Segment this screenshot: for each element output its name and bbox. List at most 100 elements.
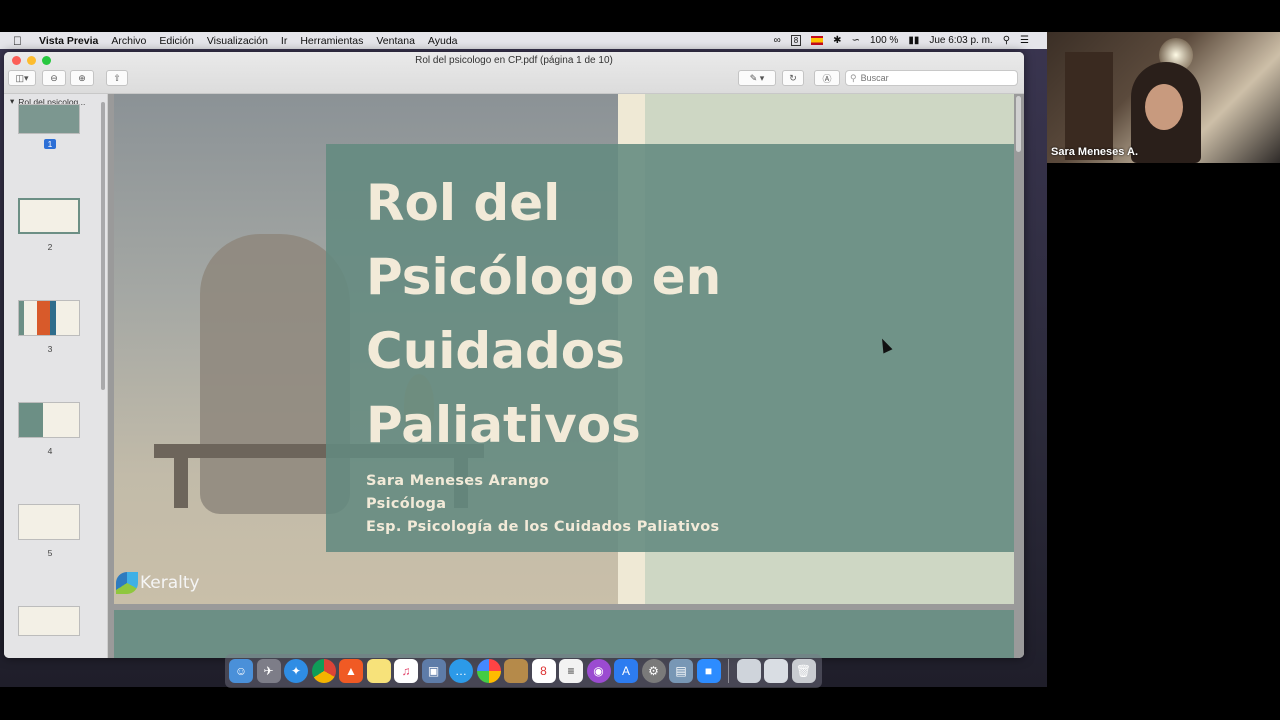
- zoom-app-icon[interactable]: ■: [696, 659, 721, 683]
- page-thumbnail-6[interactable]: [18, 606, 80, 636]
- zoom-in-button[interactable]: ⊕: [70, 70, 94, 86]
- page-number-5: 5: [47, 548, 53, 558]
- slide-role: Psicóloga: [366, 496, 447, 512]
- slide-title-line-4: Paliativos: [366, 396, 641, 454]
- screen:  Vista Previa Archivo Edición Visualiza…: [0, 0, 1280, 720]
- markup-toolbar-button[interactable]: Ⓐ: [814, 70, 840, 86]
- document-scrollbar[interactable]: [1016, 96, 1021, 152]
- menu-app-name[interactable]: Vista Previa: [39, 35, 98, 47]
- messages-icon[interactable]: …: [449, 659, 473, 683]
- music-icon[interactable]: ♫: [394, 659, 418, 683]
- page-number-1: 1: [44, 139, 56, 149]
- menu-ventana[interactable]: Ventana: [376, 35, 415, 47]
- slide-title: Rol del Psicólogo en Cuidados Paliativos: [366, 166, 826, 462]
- markup-icon: Ⓐ: [822, 73, 832, 84]
- slide-author: Sara Meneses Arango: [366, 473, 550, 489]
- menu-ir[interactable]: Ir: [281, 35, 287, 47]
- slide-page-2-preview: [114, 610, 1014, 658]
- dock: ☺ ✈ ✦ ▲ ♫ ▣ … 8 ≡ ◉ A ⚙ ▤ ■ 🗑: [225, 654, 822, 688]
- rotate-button[interactable]: ↻: [782, 70, 804, 86]
- page-number-3: 3: [47, 344, 53, 354]
- bench-leg-left: [174, 458, 188, 508]
- menu-herramientas[interactable]: Herramientas: [300, 35, 363, 47]
- window-title: Rol del psicologo en CP.pdf (página 1 de…: [415, 55, 613, 66]
- participant-name: Sara Meneses A.: [1051, 146, 1139, 158]
- contacts-icon[interactable]: [504, 659, 528, 683]
- thumbnail-sidebar: ▾ Rol del psicolog... 1 2 3 4 5: [4, 94, 108, 658]
- menu-bar-status: ∞ 8 ✱ ∽ 100 % ▮▮ Jue 6:03 p. m. ⚲ ☰: [774, 35, 1029, 46]
- title-bar: Rol del psicologo en CP.pdf (página 1 de…: [4, 52, 1024, 94]
- search-field[interactable]: ⚲: [845, 70, 1018, 86]
- rotate-icon: ↻: [789, 72, 797, 83]
- pen-icon: ✎ ▾: [749, 72, 765, 83]
- slide-subtitle: Sara Meneses Arango Psicóloga Esp. Psico…: [366, 470, 719, 539]
- keralty-logo-text: Keralty: [140, 573, 200, 593]
- launchpad-icon[interactable]: ✈: [256, 659, 281, 683]
- keralty-logo: Keralty: [116, 572, 200, 594]
- participant-face: [1145, 84, 1183, 130]
- page-number-4: 4: [47, 446, 53, 456]
- downloads-stack-icon[interactable]: [736, 659, 761, 683]
- bookshelf-background: [1065, 52, 1113, 160]
- calendar-badge[interactable]: 8: [790, 35, 802, 46]
- zoom-out-icon: ⊖: [50, 72, 58, 83]
- reminders-icon[interactable]: ≡: [559, 659, 583, 683]
- page-thumbnail-5[interactable]: [18, 504, 80, 540]
- spotlight-search-icon[interactable]: ⚲: [1003, 35, 1010, 46]
- zoom-out-button[interactable]: ⊖: [42, 70, 66, 86]
- slide-title-line-3: Cuidados: [366, 322, 625, 380]
- image-capture-icon[interactable]: ▤: [669, 659, 693, 683]
- sidebar-scrollbar[interactable]: [101, 102, 105, 390]
- brave-icon[interactable]: ▲: [339, 659, 363, 683]
- search-icon: ⚲: [850, 72, 857, 83]
- finder-icon[interactable]: ☺: [229, 659, 253, 683]
- trash-icon[interactable]: 🗑: [791, 659, 816, 683]
- podcasts-icon[interactable]: ◉: [586, 659, 611, 683]
- clock[interactable]: Jue 6:03 p. m.: [929, 35, 992, 46]
- calendar-icon[interactable]: 8: [531, 659, 556, 683]
- notification-center-icon[interactable]: ☰: [1020, 35, 1029, 46]
- slide-specialty: Esp. Psicología de los Cuidados Paliativ…: [366, 519, 720, 535]
- disclosure-triangle-icon[interactable]: ▾: [10, 96, 14, 107]
- notes-icon[interactable]: [366, 659, 391, 683]
- markup-pen-button[interactable]: ✎ ▾: [738, 70, 776, 86]
- share-button[interactable]: ⇧: [106, 70, 128, 86]
- keralty-logo-icon: [116, 572, 138, 594]
- system-preferences-icon[interactable]: ⚙: [641, 659, 666, 683]
- bluetooth-icon[interactable]: ✱: [833, 35, 841, 46]
- slide-page-1: Rol del Psicólogo en Cuidados Paliativos…: [114, 94, 1014, 604]
- slide-title-panel: Rol del Psicólogo en Cuidados Paliativos…: [326, 144, 1014, 552]
- menu-visualizacion[interactable]: Visualización: [207, 35, 268, 47]
- preview-window: Rol del psicologo en CP.pdf (página 1 de…: [4, 52, 1024, 658]
- chrome-icon[interactable]: [311, 659, 336, 683]
- apple-menu-icon[interactable]: : [13, 34, 27, 48]
- share-icon: ⇧: [113, 72, 121, 83]
- video-participant-tile[interactable]: Sara Meneses A.: [1047, 32, 1280, 163]
- app-store-icon[interactable]: A: [614, 659, 638, 683]
- page-thumbnail-4[interactable]: [18, 402, 80, 438]
- page-thumbnail-2[interactable]: [18, 198, 80, 234]
- menu-edicion[interactable]: Edición: [159, 35, 193, 47]
- menu-bar:  Vista Previa Archivo Edición Visualiza…: [0, 32, 1047, 49]
- documents-stack-icon[interactable]: [764, 659, 788, 683]
- search-input[interactable]: [860, 73, 1001, 83]
- slide-title-line-1: Rol del: [366, 174, 561, 232]
- glasses-icon[interactable]: ∞: [774, 35, 781, 46]
- menu-ayuda[interactable]: Ayuda: [428, 35, 458, 47]
- battery-percent[interactable]: 100 %: [870, 35, 898, 46]
- sidebar-icon: ◫▾: [15, 72, 29, 83]
- page-number-2: 2: [47, 242, 53, 252]
- wifi-icon[interactable]: ∽: [852, 35, 860, 46]
- preview-icon[interactable]: ▣: [421, 659, 446, 683]
- photos-icon[interactable]: [476, 659, 501, 683]
- document-view[interactable]: Rol del Psicólogo en Cuidados Paliativos…: [108, 94, 1024, 658]
- page-thumbnail-1[interactable]: [18, 104, 80, 134]
- page-thumbnail-3[interactable]: [18, 300, 80, 336]
- spanish-flag-icon[interactable]: [811, 36, 824, 45]
- menu-archivo[interactable]: Archivo: [111, 35, 146, 47]
- desktop:  Vista Previa Archivo Edición Visualiza…: [0, 32, 1047, 687]
- slide-title-line-2: Psicólogo en: [366, 248, 722, 306]
- sidebar-toggle-button[interactable]: ◫▾: [8, 70, 36, 86]
- battery-icon[interactable]: ▮▮: [908, 35, 919, 46]
- safari-icon[interactable]: ✦: [284, 659, 308, 683]
